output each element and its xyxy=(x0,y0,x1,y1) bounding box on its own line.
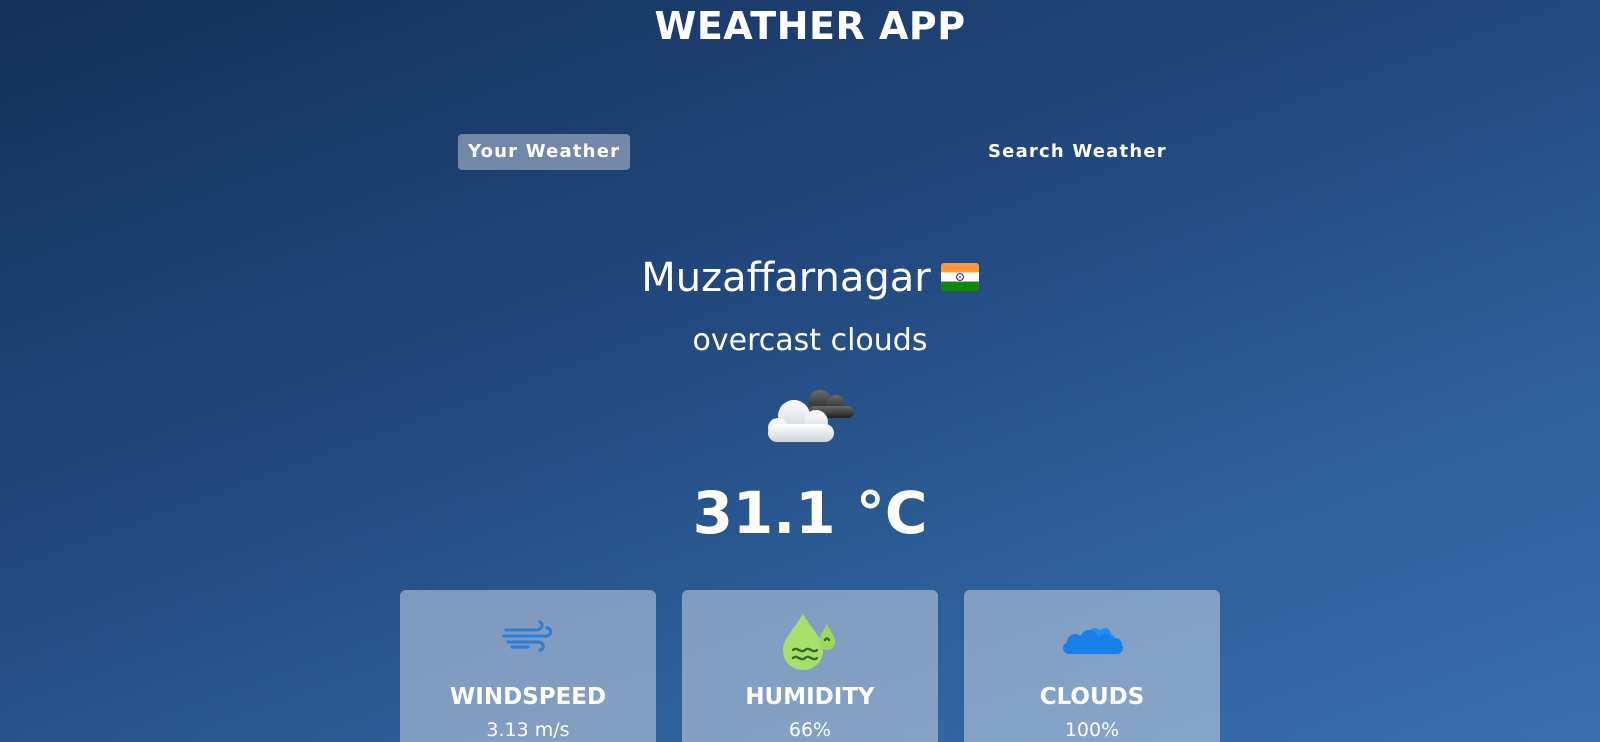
windspeed-card: WINDSPEED 3.13 m/s xyxy=(400,590,656,742)
app-title: WEATHER APP xyxy=(654,4,966,48)
clouds-card: CLOUDS 100% xyxy=(964,590,1220,742)
overcast-clouds-icon xyxy=(768,390,854,442)
city-row: Muzaffarnagar xyxy=(0,250,1600,306)
tab-search-weather[interactable]: Search Weather xyxy=(978,134,1177,170)
temperature: 31.1 °C xyxy=(692,479,928,547)
weather-description: overcast clouds xyxy=(692,323,928,358)
humidity-label: HUMIDITY xyxy=(745,684,875,710)
wind-icon xyxy=(502,620,553,652)
windspeed-value: 3.13 m/s xyxy=(486,719,570,741)
humidity-icon xyxy=(783,614,835,670)
humidity-value: 66% xyxy=(788,719,832,741)
humidity-card: HUMIDITY 66% xyxy=(682,590,938,742)
clouds-value: 100% xyxy=(1064,719,1120,741)
cloud-icon xyxy=(1063,628,1123,654)
india-flag-icon xyxy=(940,263,979,291)
windspeed-label: WINDSPEED xyxy=(449,684,607,710)
clouds-label: CLOUDS xyxy=(1039,684,1145,710)
tab-your-weather[interactable]: Your Weather xyxy=(458,134,631,170)
city-name: Muzaffarnagar xyxy=(641,255,931,301)
